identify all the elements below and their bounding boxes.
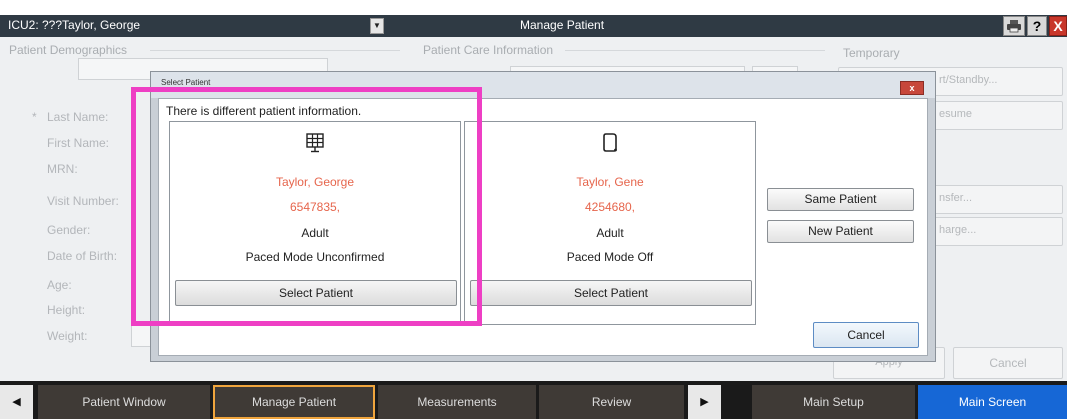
card-2-paced-mode: Paced Mode Off <box>566 250 654 264</box>
dialog-close-button[interactable]: x <box>900 81 924 95</box>
patient-card-2: Taylor, Gene 4254680, Adult Paced Mode O… <box>464 121 756 325</box>
discharge-label: harge... <box>939 224 977 236</box>
demographics-section-title: Patient Demographics <box>9 43 128 57</box>
mrn-label: MRN: <box>47 162 78 176</box>
resume-label: esume <box>939 108 973 120</box>
date-of-birth-label: Date of Birth: <box>47 249 118 263</box>
height-label: Height: <box>47 303 86 317</box>
new-patient-button[interactable]: New Patient <box>767 220 914 243</box>
nav-measurements[interactable]: Measurements <box>378 385 536 419</box>
card-2-select-patient-button[interactable]: Select Patient <box>470 280 752 306</box>
weight-label: Weight: <box>47 329 88 343</box>
card-2-patient-name: Taylor, Gene <box>576 175 644 189</box>
highlight-box <box>131 87 482 326</box>
nav-review[interactable]: Review <box>539 385 684 419</box>
gender-label: Gender: <box>47 223 91 237</box>
dialog-cancel-button[interactable]: Cancel <box>813 322 919 348</box>
temporary-section-title: Temporary <box>843 46 900 60</box>
top-white-band <box>0 0 1067 15</box>
print-button[interactable] <box>1003 16 1025 36</box>
start-standby-label: rt/Standby... <box>939 74 998 86</box>
nav-manage-patient[interactable]: Manage Patient <box>213 385 375 419</box>
page-title: Manage Patient <box>520 18 605 32</box>
card-2-patient-type: Adult <box>596 226 624 240</box>
required-marker: * <box>32 110 37 124</box>
transfer-label: nsfer... <box>939 192 973 204</box>
triangle-left-icon: ◀ <box>12 396 21 408</box>
last-name-label: Last Name: <box>47 110 109 124</box>
care-section-title: Patient Care Information <box>423 43 554 57</box>
card-2-mrn: 4254680, <box>584 200 636 214</box>
nav-left-arrow[interactable]: ◀ <box>0 385 33 419</box>
care-divider <box>565 50 825 51</box>
age-label: Age: <box>47 278 72 292</box>
patient-selector-dropdown[interactable]: ICU2: ???Taylor, George ▼ <box>0 15 386 37</box>
printer-icon <box>1007 20 1021 33</box>
help-button[interactable]: ? <box>1027 16 1047 36</box>
chevron-down-icon[interactable]: ▼ <box>370 18 384 34</box>
patient-selector-label: ICU2: ???Taylor, George <box>8 18 141 32</box>
nav-main-setup[interactable]: Main Setup <box>752 385 915 419</box>
background-cancel-button[interactable]: Cancel <box>953 347 1063 379</box>
visit-number-label: Visit Number: <box>47 194 119 208</box>
demographics-divider <box>150 50 400 51</box>
nav-right-arrow[interactable]: ▶ <box>688 385 721 419</box>
close-icon: x <box>909 83 915 93</box>
triangle-right-icon: ▶ <box>700 396 709 408</box>
same-patient-button[interactable]: Same Patient <box>767 188 914 211</box>
dialog-title: Select Patient <box>161 78 211 87</box>
nav-main-screen[interactable]: Main Screen <box>918 385 1067 419</box>
weight-field[interactable] <box>131 323 151 347</box>
background-cancel-label: Cancel <box>989 356 1027 370</box>
first-name-label: First Name: <box>47 136 110 150</box>
monitor-device-icon <box>603 133 617 152</box>
nav-patient-window[interactable]: Patient Window <box>38 385 210 419</box>
close-button[interactable]: X <box>1049 16 1067 36</box>
